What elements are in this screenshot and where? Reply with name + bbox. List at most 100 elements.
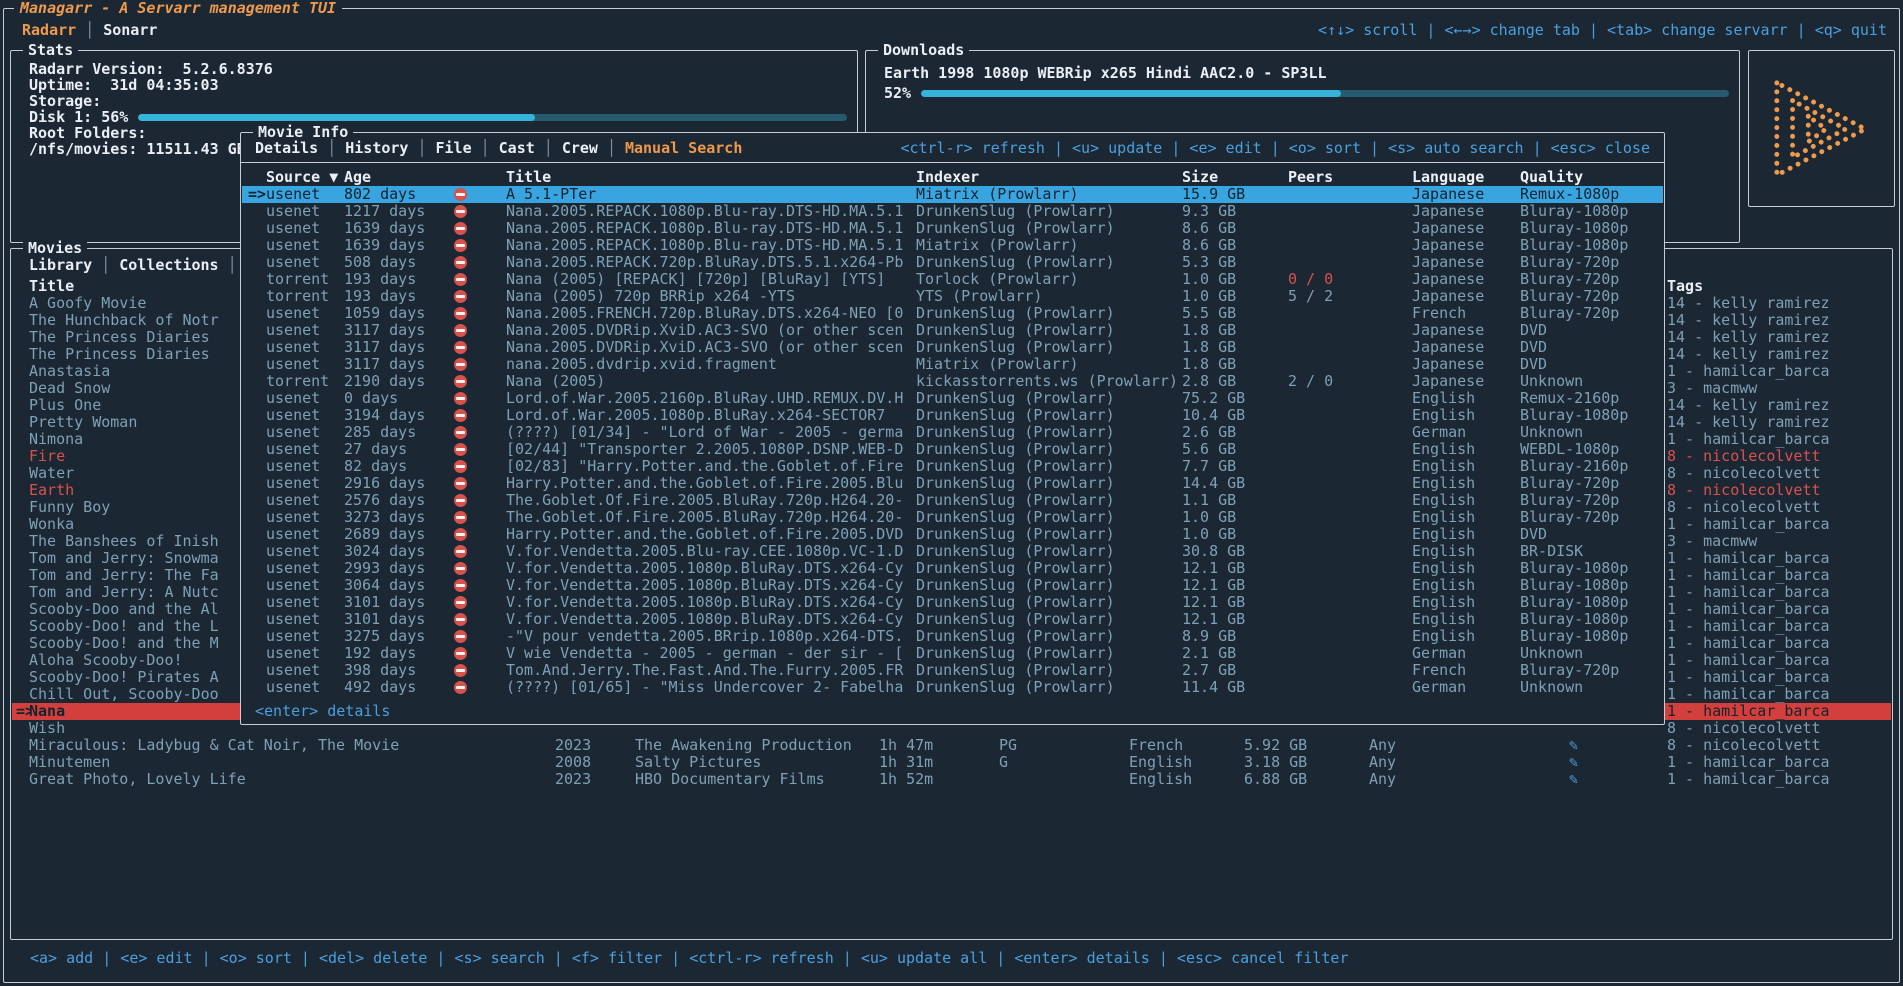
- indexer-column-header[interactable]: Indexer: [916, 169, 1180, 186]
- release-row[interactable]: =>usenet802 daysA 5.1-PTerMiatrix (Prowl…: [242, 186, 1663, 203]
- release-source: usenet: [266, 254, 344, 271]
- release-source: usenet: [266, 458, 344, 475]
- movie-info-tab-history[interactable]: History: [345, 139, 408, 157]
- movies-tab-collections[interactable]: Collections: [119, 256, 218, 274]
- release-row[interactable]: usenet3064 daysV.for.Vendetta.2005.1080p…: [242, 577, 1663, 594]
- release-row[interactable]: usenet82 days[02/83] "Harry.Potter.and.t…: [242, 458, 1663, 475]
- release-row[interactable]: torrent193 daysNana (2005) 720p BRRip x2…: [242, 288, 1663, 305]
- release-row[interactable]: usenet3273 daysThe.Goblet.Of.Fire.2005.B…: [242, 509, 1663, 526]
- release-row[interactable]: usenet2993 daysV.for.Vendetta.2005.1080p…: [242, 560, 1663, 577]
- rejected-icon: [454, 409, 467, 422]
- release-row[interactable]: usenet0 daysLord.of.War.2005.2160p.BluRa…: [242, 390, 1663, 407]
- release-row[interactable]: usenet285 days(????) [01/34] - "Lord of …: [242, 424, 1663, 441]
- release-title: Nana.2005.DVDRip.XviD.AC3-SVO (or other …: [506, 322, 910, 339]
- rejected-icon: [454, 477, 467, 490]
- release-language: English: [1412, 526, 1518, 543]
- download-progress-bar-fill: [921, 90, 1341, 97]
- release-indexer: DrunkenSlug (Prowlarr): [916, 628, 1180, 645]
- download-item[interactable]: Earth 1998 1080p WEBRip x265 Hindi AAC2.…: [884, 65, 1327, 81]
- language-column-header[interactable]: Language: [1412, 169, 1518, 186]
- source-column-header[interactable]: Source ▼: [266, 169, 344, 186]
- movie-info-modal: Movie Info Details│History│File│Cast│Cre…: [240, 132, 1665, 725]
- release-row[interactable]: usenet27 days[02/44] "Transporter 2.2005…: [242, 441, 1663, 458]
- release-row[interactable]: usenet1059 daysNana.2005.FRENCH.720p.Blu…: [242, 305, 1663, 322]
- movie-info-tab-cast[interactable]: Cast: [499, 139, 535, 157]
- release-size: 5.6 GB: [1182, 441, 1286, 458]
- release-row[interactable]: usenet1639 daysNana.2005.REPACK.1080p.Bl…: [242, 237, 1663, 254]
- release-indexer: DrunkenSlug (Prowlarr): [916, 594, 1180, 611]
- release-row[interactable]: torrent193 daysNana (2005) [REPACK] [720…: [242, 271, 1663, 288]
- release-row[interactable]: usenet3024 daysV.for.Vendetta.2005.Blu-r…: [242, 543, 1663, 560]
- release-row[interactable]: usenet3117 daysNana.2005.DVDRip.XviD.AC3…: [242, 322, 1663, 339]
- movie-row[interactable]: Miraculous: Ladybug & Cat Noir, The Movi…: [12, 737, 1891, 754]
- release-quality: Remux-2160p: [1520, 390, 1664, 407]
- movies-tab-library[interactable]: Library: [29, 256, 92, 274]
- release-peers: [1288, 594, 1410, 611]
- movie-info-tab-crew[interactable]: Crew: [562, 139, 598, 157]
- movie-certification: PG: [999, 737, 1127, 754]
- movie-info-tab-details[interactable]: Details: [255, 139, 318, 157]
- quality-column-header[interactable]: Quality: [1520, 169, 1664, 186]
- title-column-header[interactable]: Title: [506, 169, 910, 186]
- rejected-icon: [454, 681, 467, 694]
- release-indexer: DrunkenSlug (Prowlarr): [916, 645, 1180, 662]
- movie-tag: 8 - nicolecolvett: [1667, 448, 1893, 465]
- movie-info-tab-manual-search[interactable]: Manual Search: [625, 139, 742, 157]
- selected-row-marker: [248, 679, 266, 696]
- movie-tag: 14 - kelly ramirez: [1667, 295, 1893, 312]
- release-row[interactable]: usenet192 daysV wie Vendetta - 2005 - ge…: [242, 645, 1663, 662]
- release-age: 285 days: [344, 424, 450, 441]
- release-age: 3117 days: [344, 356, 450, 373]
- release-age: 508 days: [344, 254, 450, 271]
- release-row[interactable]: usenet2916 daysHarry.Potter.and.the.Gobl…: [242, 475, 1663, 492]
- release-indexer: DrunkenSlug (Prowlarr): [916, 526, 1180, 543]
- release-quality: Bluray-720p: [1520, 271, 1664, 288]
- radarr-version-line: Radarr Version: 5.2.6.8376: [29, 61, 273, 77]
- release-language: Japanese: [1412, 186, 1518, 203]
- release-source: torrent: [266, 288, 344, 305]
- release-title: The.Goblet.Of.Fire.2005.BluRay.720p.H264…: [506, 492, 910, 509]
- movie-row[interactable]: Minutemen2008Salty Pictures1h 31mGEnglis…: [12, 754, 1891, 771]
- movie-title: Great Photo, Lovely Life: [29, 771, 551, 788]
- release-row[interactable]: usenet3101 daysV.for.Vendetta.2005.1080p…: [242, 594, 1663, 611]
- movie-tag: 8 - nicolecolvett: [1667, 499, 1893, 516]
- movie-tag: 1 - hamilcar_barca: [1667, 567, 1893, 584]
- release-age: 3101 days: [344, 611, 450, 628]
- release-row[interactable]: usenet398 daysTom.And.Jerry.The.Fast.And…: [242, 662, 1663, 679]
- release-age: 3117 days: [344, 339, 450, 356]
- release-row[interactable]: torrent2190 daysNana (2005)kickasstorren…: [242, 373, 1663, 390]
- movie-tag: 3 - macmww: [1667, 533, 1893, 550]
- rejected-cell: [454, 407, 494, 424]
- servarr-tab-radarr[interactable]: Radarr: [22, 21, 76, 39]
- release-quality: Bluray-720p: [1520, 509, 1664, 526]
- sort-descending-icon: ▼: [329, 169, 338, 186]
- rejected-cell: [454, 475, 494, 492]
- release-row[interactable]: usenet508 daysNana.2005.REPACK.720p.BluR…: [242, 254, 1663, 271]
- movie-tag: 1 - hamilcar_barca: [1667, 431, 1893, 448]
- rejected-cell: [454, 628, 494, 645]
- release-age: 2689 days: [344, 526, 450, 543]
- release-row[interactable]: usenet492 days(????) [01/65] - "Miss Und…: [242, 679, 1663, 696]
- release-row[interactable]: usenet1639 daysNana.2005.REPACK.1080p.Bl…: [242, 220, 1663, 237]
- release-row[interactable]: usenet2689 daysHarry.Potter.and.the.Gobl…: [242, 526, 1663, 543]
- peers-column-header[interactable]: Peers: [1288, 169, 1410, 186]
- movie-info-tab-file[interactable]: File: [436, 139, 472, 157]
- release-row[interactable]: usenet3101 daysV.for.Vendetta.2005.1080p…: [242, 611, 1663, 628]
- release-row[interactable]: usenet2576 daysThe.Goblet.Of.Fire.2005.B…: [242, 492, 1663, 509]
- age-column-header[interactable]: Age: [344, 169, 450, 186]
- release-title: V.for.Vendetta.2005.Blu-ray.CEE.1080p.VC…: [506, 543, 910, 560]
- release-row[interactable]: usenet3117 daysnana.2005.dvdrip.xvid.fra…: [242, 356, 1663, 373]
- release-row[interactable]: usenet1217 daysNana.2005.REPACK.1080p.Bl…: [242, 203, 1663, 220]
- release-age: 3024 days: [344, 543, 450, 560]
- movie-row[interactable]: Great Photo, Lovely Life2023HBO Document…: [12, 771, 1891, 788]
- release-peers: [1288, 339, 1410, 356]
- servarr-tab-sonarr[interactable]: Sonarr: [103, 21, 157, 39]
- release-row[interactable]: usenet3117 daysNana.2005.DVDRip.XviD.AC3…: [242, 339, 1663, 356]
- release-quality: Bluray-1080p: [1520, 220, 1664, 237]
- rejected-icon: [454, 630, 467, 643]
- size-column-header[interactable]: Size: [1182, 169, 1286, 186]
- movie-runtime: 1h 31m: [879, 754, 997, 771]
- release-row[interactable]: usenet3194 daysLord.of.War.2005.1080p.Bl…: [242, 407, 1663, 424]
- release-row[interactable]: usenet3275 days-"V pour vendetta.2005.BR…: [242, 628, 1663, 645]
- selected-row-marker: [248, 509, 266, 526]
